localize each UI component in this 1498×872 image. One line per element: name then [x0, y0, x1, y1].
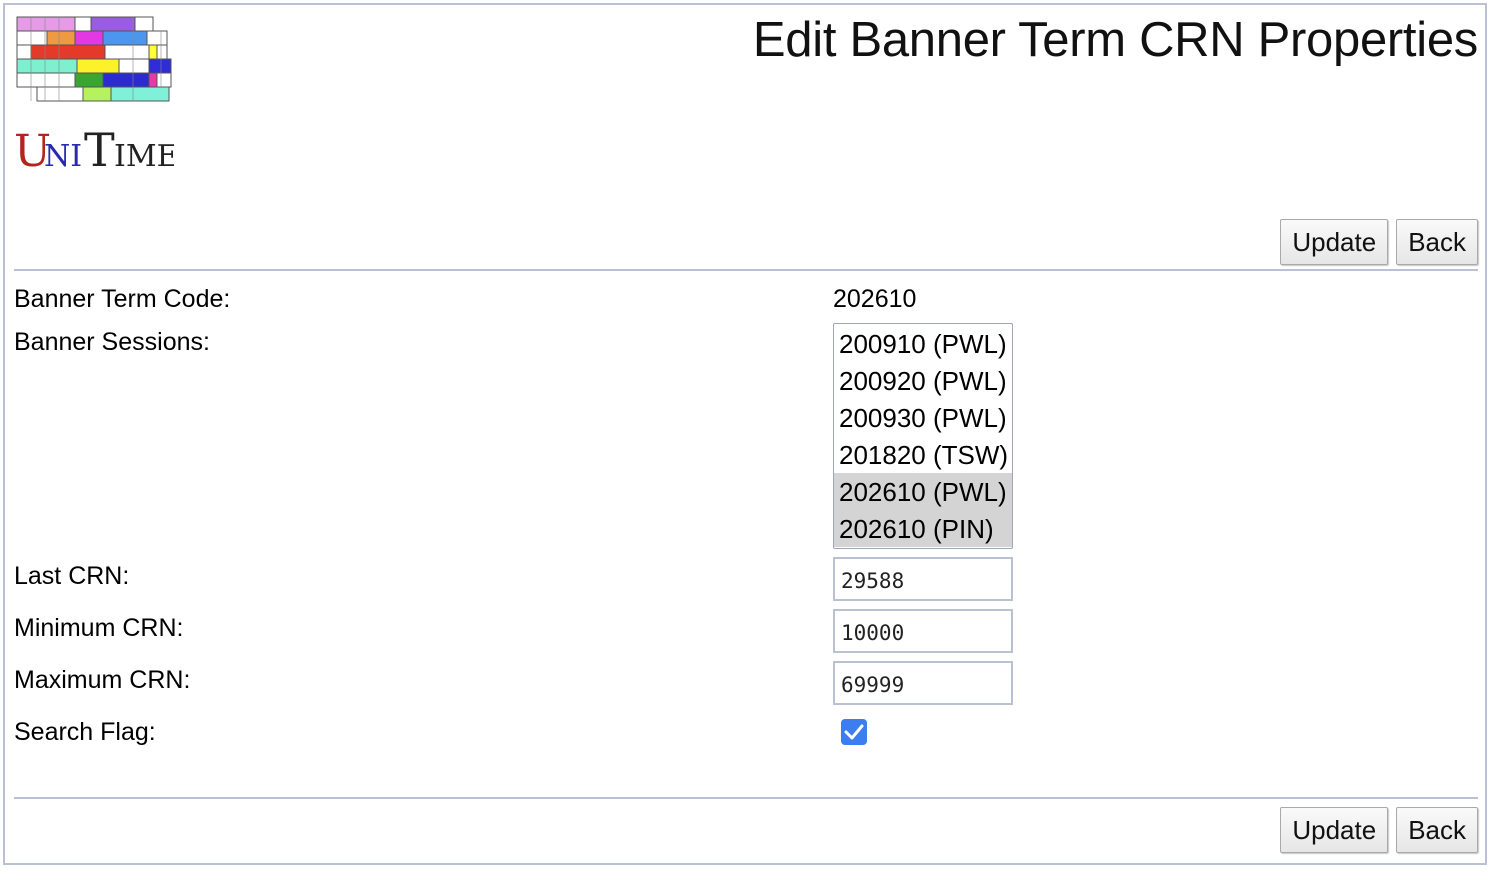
- sessions-label: Banner Sessions:: [14, 328, 210, 356]
- last-crn-input[interactable]: [833, 557, 1013, 601]
- session-option[interactable]: 200930 (PWL): [834, 399, 1012, 436]
- session-option[interactable]: 202610 (PWL): [834, 473, 1012, 510]
- top-button-bar: Update Back: [1280, 219, 1478, 265]
- search-flag-label: Search Flag:: [14, 718, 156, 746]
- page-frame: [3, 3, 1487, 865]
- back-button-bottom[interactable]: Back: [1396, 807, 1478, 853]
- last-crn-label: Last CRN:: [14, 562, 130, 590]
- min-crn-input[interactable]: [833, 609, 1013, 653]
- svg-text:T: T: [84, 123, 115, 176]
- sessions-listbox[interactable]: 200910 (PWL) 200920 (PWL) 200930 (PWL) 2…: [833, 323, 1013, 549]
- search-flag-checkbox[interactable]: [841, 719, 867, 745]
- bottom-button-bar: Update Back: [1280, 807, 1478, 853]
- session-option[interactable]: 202610 (PIN): [834, 510, 1012, 547]
- min-crn-label: Minimum CRN:: [14, 614, 184, 642]
- svg-text:IME: IME: [114, 139, 174, 174]
- top-separator: [14, 269, 1478, 271]
- page-title: Edit Banner Term CRN Properties: [752, 13, 1478, 67]
- term-code-value: 202610: [833, 285, 917, 313]
- unitime-logo: U NI T IME: [14, 16, 174, 176]
- session-option[interactable]: 200920 (PWL): [834, 362, 1012, 399]
- update-button-top[interactable]: Update: [1280, 219, 1389, 265]
- back-button-top[interactable]: Back: [1396, 219, 1478, 265]
- checkmark-icon: [844, 724, 864, 740]
- svg-text:NI: NI: [44, 139, 82, 174]
- term-code-label: Banner Term Code:: [14, 285, 231, 313]
- max-crn-label: Maximum CRN:: [14, 666, 191, 694]
- bottom-separator: [14, 797, 1478, 799]
- max-crn-input[interactable]: [833, 661, 1013, 705]
- update-button-bottom[interactable]: Update: [1280, 807, 1389, 853]
- session-option[interactable]: 200910 (PWL): [834, 325, 1012, 362]
- session-option[interactable]: 201820 (TSW): [834, 436, 1012, 473]
